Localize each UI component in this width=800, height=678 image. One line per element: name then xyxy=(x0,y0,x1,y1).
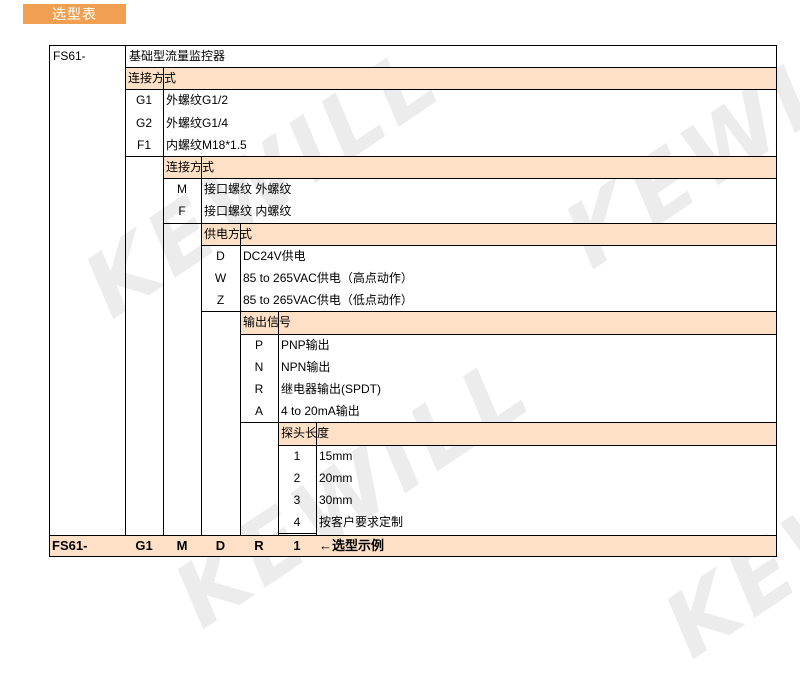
row-line xyxy=(278,422,777,424)
option-desc: 30mm xyxy=(319,493,353,507)
row-line xyxy=(201,311,240,313)
group-title: 连接方式 xyxy=(128,71,177,86)
row-line xyxy=(163,178,777,180)
option-code: R xyxy=(254,382,264,396)
option-desc: 85 to 265VAC供电（高点动作） xyxy=(243,271,413,285)
col-line xyxy=(201,156,202,557)
row-line xyxy=(240,311,777,313)
option-desc: 继电器输出(SPDT) xyxy=(281,382,381,396)
option-code: D xyxy=(216,248,225,263)
group-title: 探头长度 xyxy=(281,426,330,441)
row-line xyxy=(125,89,777,91)
option-desc: 85 to 265VAC供电（低点动作） xyxy=(243,293,413,308)
group-title-band xyxy=(126,68,776,90)
option-code: G1 xyxy=(135,93,152,108)
option-code: 2 xyxy=(293,470,301,485)
example-code: M xyxy=(176,537,188,553)
model-name: 基础型流量监控器 xyxy=(129,49,226,63)
row-line xyxy=(163,222,201,224)
section-tag: 选型表 xyxy=(23,4,126,24)
row-line xyxy=(278,444,777,446)
example-code: FS61- xyxy=(52,537,88,553)
example-label: ←选型示例 xyxy=(319,537,385,553)
option-code: Z xyxy=(216,293,225,308)
row-line xyxy=(49,534,777,536)
example-code: 1 xyxy=(293,537,301,553)
option-desc: 接口螺纹 外螺纹 xyxy=(204,182,292,197)
option-desc: 内螺纹M18*1.5 xyxy=(166,137,247,152)
group-title: 输出信号 xyxy=(243,315,292,330)
row-line xyxy=(201,244,777,246)
option-code: P xyxy=(254,337,263,352)
example-code: D xyxy=(215,537,226,553)
option-code: 4 xyxy=(293,515,301,530)
option-desc: 按客户要求定制 xyxy=(319,515,404,530)
option-desc: PNP输出 xyxy=(281,337,330,352)
row-line xyxy=(201,222,777,224)
option-desc: 外螺纹G1/4 xyxy=(166,115,229,130)
option-desc: 接口螺纹 内螺纹 xyxy=(204,204,292,219)
option-desc: 15mm xyxy=(319,448,353,463)
example-code: G1 xyxy=(135,537,153,553)
group-title-band xyxy=(279,423,776,445)
row-line xyxy=(163,156,777,157)
option-desc: NPN输出 xyxy=(281,359,331,374)
option-code: M xyxy=(177,182,187,197)
row-line xyxy=(240,333,777,335)
example-code: R xyxy=(254,537,264,553)
group-title: 供电方式 xyxy=(204,226,253,241)
option-code: F1 xyxy=(136,137,151,152)
option-code: 1 xyxy=(293,448,301,463)
col-line xyxy=(163,67,164,557)
group-title-band xyxy=(241,312,776,334)
option-desc: 20mm xyxy=(319,470,353,485)
group-title-band xyxy=(164,157,776,179)
option-code: 3 xyxy=(293,493,301,507)
group-title: 连接方式 xyxy=(166,160,215,174)
row-line xyxy=(125,67,777,69)
option-code: W xyxy=(214,271,227,285)
group-title-band xyxy=(202,223,776,245)
option-desc: DC24V供电 xyxy=(243,248,306,263)
option-desc: 4 to 20mA输出 xyxy=(281,404,360,419)
option-code: G2 xyxy=(135,115,152,130)
option-code: N xyxy=(254,359,264,374)
model-prefix: FS61- xyxy=(53,49,86,63)
row-line xyxy=(125,156,163,157)
row-line xyxy=(240,422,278,424)
option-code: A xyxy=(254,404,263,419)
option-desc: 外螺纹G1/2 xyxy=(166,93,229,108)
option-code: F xyxy=(178,204,186,219)
